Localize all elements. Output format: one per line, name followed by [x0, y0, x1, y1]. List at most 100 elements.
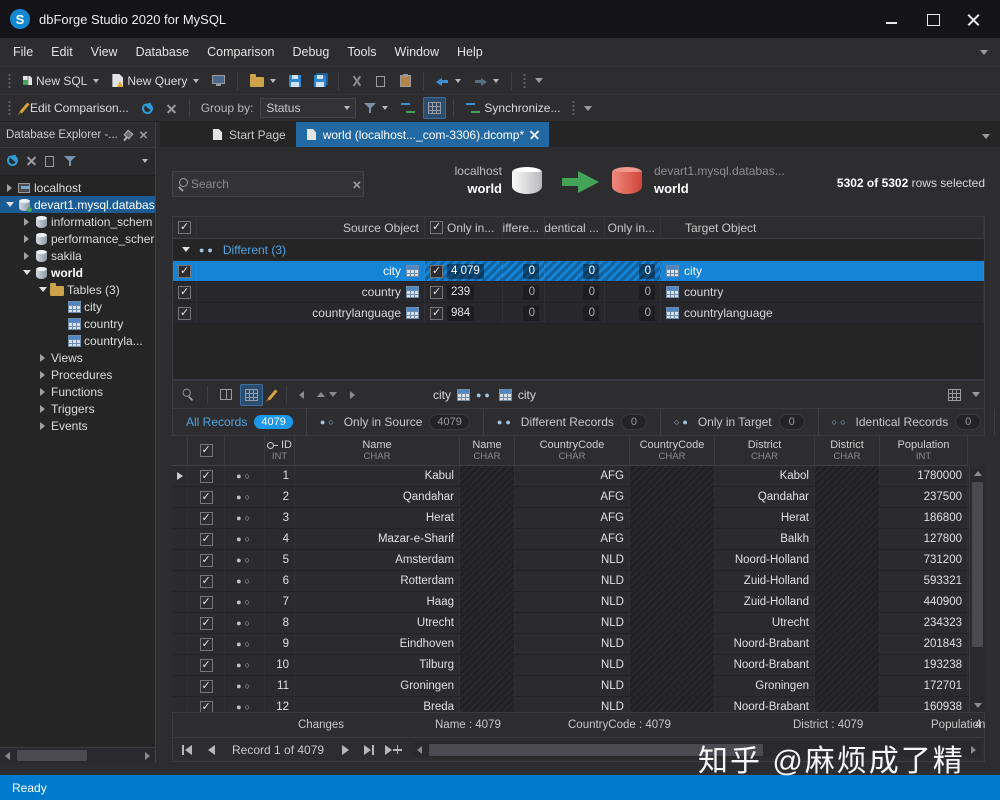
- row-checkbox[interactable]: [178, 286, 191, 299]
- table-row[interactable]: ●○ 6 Rotterdam NLD Zuid-Holland 593321: [172, 571, 969, 592]
- previous-record-button[interactable]: [200, 741, 222, 758]
- new-connection-button[interactable]: [207, 70, 230, 92]
- expand-icon[interactable]: [36, 371, 49, 379]
- tree-item-countrylanguage[interactable]: countryla...: [0, 332, 155, 349]
- tree-item-triggers[interactable]: Triggers: [0, 400, 155, 417]
- sync-checkbox[interactable]: [430, 265, 443, 278]
- expand-icon[interactable]: [36, 354, 49, 362]
- expand-icon[interactable]: [36, 422, 49, 430]
- tree-item-events[interactable]: Events: [0, 417, 155, 434]
- table-row[interactable]: ●○ 7 Haag NLD Zuid-Holland 440900: [172, 592, 969, 613]
- swap-source-target-button[interactable]: [396, 97, 420, 119]
- tree-item-world[interactable]: world: [0, 264, 155, 281]
- tab-list-icon[interactable]: [982, 134, 990, 139]
- expand-icon[interactable]: [20, 252, 33, 260]
- menu-item-comparison[interactable]: Comparison: [198, 41, 283, 63]
- comparison-row-country[interactable]: country 239 0 0 0 country: [173, 282, 984, 303]
- search-box[interactable]: [172, 171, 364, 197]
- scrollbar-thumb[interactable]: [17, 750, 87, 761]
- table-row[interactable]: ●○ 8 Utrecht NLD Utrecht 234323: [172, 613, 969, 634]
- pin-icon[interactable]: [124, 130, 134, 140]
- tab-identical-records[interactable]: ○○ Identical Records 0: [819, 409, 996, 435]
- column-identical[interactable]: Identical ...: [545, 217, 605, 238]
- new-record-button[interactable]: [382, 741, 404, 758]
- tree-item-city[interactable]: city: [0, 298, 155, 315]
- row-checkbox[interactable]: [178, 265, 191, 278]
- close-tab-icon[interactable]: [530, 130, 539, 139]
- tab-comparison-document[interactable]: world (localhost..._com-3306).dcomp*: [296, 122, 549, 147]
- explorer-horizontal-scrollbar[interactable]: [0, 747, 155, 763]
- save-button[interactable]: [284, 70, 306, 92]
- column-header-population[interactable]: Population INT: [880, 436, 968, 465]
- column-header-district-source[interactable]: District CHAR: [715, 436, 815, 465]
- menu-item-debug[interactable]: Debug: [283, 41, 338, 63]
- tree-item-procedures[interactable]: Procedures: [0, 366, 155, 383]
- expand-icon[interactable]: [36, 388, 49, 396]
- tree-item-information-schema[interactable]: information_schem: [0, 213, 155, 230]
- redo-button[interactable]: [469, 70, 504, 92]
- collapse-group-icon[interactable]: [179, 247, 192, 252]
- sync-checkbox[interactable]: [430, 307, 443, 320]
- table-row[interactable]: ●○ 11 Groningen NLD Groningen 172701: [172, 676, 969, 697]
- last-record-button[interactable]: [358, 741, 380, 758]
- filter-button[interactable]: [359, 97, 393, 119]
- undo-dropdown-icon[interactable]: [455, 79, 461, 83]
- explorer-filter-icon[interactable]: [64, 155, 76, 167]
- redo-dropdown-icon[interactable]: [493, 79, 499, 83]
- next-record-button[interactable]: [334, 741, 356, 758]
- tab-start-page[interactable]: Start Page: [202, 122, 296, 147]
- menu-item-file[interactable]: File: [4, 41, 42, 63]
- new-query-dropdown-icon[interactable]: [193, 79, 199, 83]
- select-all-checkbox[interactable]: [178, 221, 191, 234]
- table-row[interactable]: ●○ 9 Eindhoven NLD Noord-Brabant 201843: [172, 634, 969, 655]
- row-checkbox[interactable]: [178, 307, 191, 320]
- column-only-in-target[interactable]: Only in...: [605, 217, 661, 238]
- group-by-dropdown-icon[interactable]: [344, 106, 350, 110]
- new-sql-dropdown-icon[interactable]: [93, 79, 99, 83]
- toolbar-grip[interactable]: [571, 100, 576, 116]
- tree-item-localhost[interactable]: localhost: [0, 179, 155, 196]
- grid-view-button[interactable]: [943, 384, 966, 406]
- menu-item-database[interactable]: Database: [127, 41, 199, 63]
- edit-records-button[interactable]: [266, 384, 279, 406]
- records-vertical-scrollbar[interactable]: [969, 466, 985, 712]
- menu-item-view[interactable]: View: [82, 41, 127, 63]
- toolbar-grip[interactable]: [522, 73, 527, 89]
- show-differences-button[interactable]: [240, 384, 263, 406]
- copy-button[interactable]: [371, 70, 392, 92]
- toolbar-overflow-icon[interactable]: [584, 106, 592, 111]
- cut-button[interactable]: [346, 70, 368, 92]
- column-header-district-target[interactable]: District CHAR: [815, 436, 880, 465]
- table-row[interactable]: ●○ 10 Tilburg NLD Noord-Brabant 193238: [172, 655, 969, 676]
- scroll-right-icon[interactable]: [140, 748, 155, 763]
- tab-all-records[interactable]: All Records 4079: [173, 409, 307, 435]
- tab-different-records[interactable]: ●● Different Records 0: [484, 409, 661, 435]
- comparison-row-countrylanguage[interactable]: countrylanguage 984 0 0 0 countrylanguag…: [173, 303, 984, 324]
- edit-comparison-button[interactable]: Edit Comparison...: [18, 97, 134, 119]
- collapse-icon[interactable]: [36, 287, 49, 292]
- tree-item-country[interactable]: country: [0, 315, 155, 332]
- column-header-countrycode-target[interactable]: CountryCode CHAR: [630, 436, 715, 465]
- menu-item-tools[interactable]: Tools: [338, 41, 385, 63]
- comparison-row-city[interactable]: city 4 079 0 0 0 city: [173, 261, 984, 282]
- previous-difference-button[interactable]: [294, 384, 309, 406]
- row-checkbox[interactable]: [200, 491, 213, 504]
- sync-checkbox[interactable]: [430, 286, 443, 299]
- toolbar-grip[interactable]: [7, 100, 12, 116]
- collapse-icon[interactable]: [20, 270, 33, 275]
- row-checkbox[interactable]: [200, 659, 213, 672]
- scrollbar-thumb[interactable]: [972, 482, 983, 647]
- menu-item-help[interactable]: Help: [448, 41, 492, 63]
- column-source-object[interactable]: Source Object: [197, 217, 425, 238]
- tree-item-views[interactable]: Views: [0, 349, 155, 366]
- scroll-left-icon[interactable]: [412, 742, 427, 758]
- column-header-countrycode-source[interactable]: CountryCode CHAR: [515, 436, 630, 465]
- expand-icon[interactable]: [36, 405, 49, 413]
- select-all-cell[interactable]: [173, 217, 197, 238]
- row-checkbox[interactable]: [200, 533, 213, 546]
- table-row[interactable]: ●○ 4 Mazar-e-Sharif AFG Balkh 127800: [172, 529, 969, 550]
- disconnect-icon[interactable]: [26, 155, 37, 166]
- tree-item-functions[interactable]: Functions: [0, 383, 155, 400]
- tree-item-tables[interactable]: Tables (3): [0, 281, 155, 298]
- maximize-button[interactable]: [926, 13, 939, 26]
